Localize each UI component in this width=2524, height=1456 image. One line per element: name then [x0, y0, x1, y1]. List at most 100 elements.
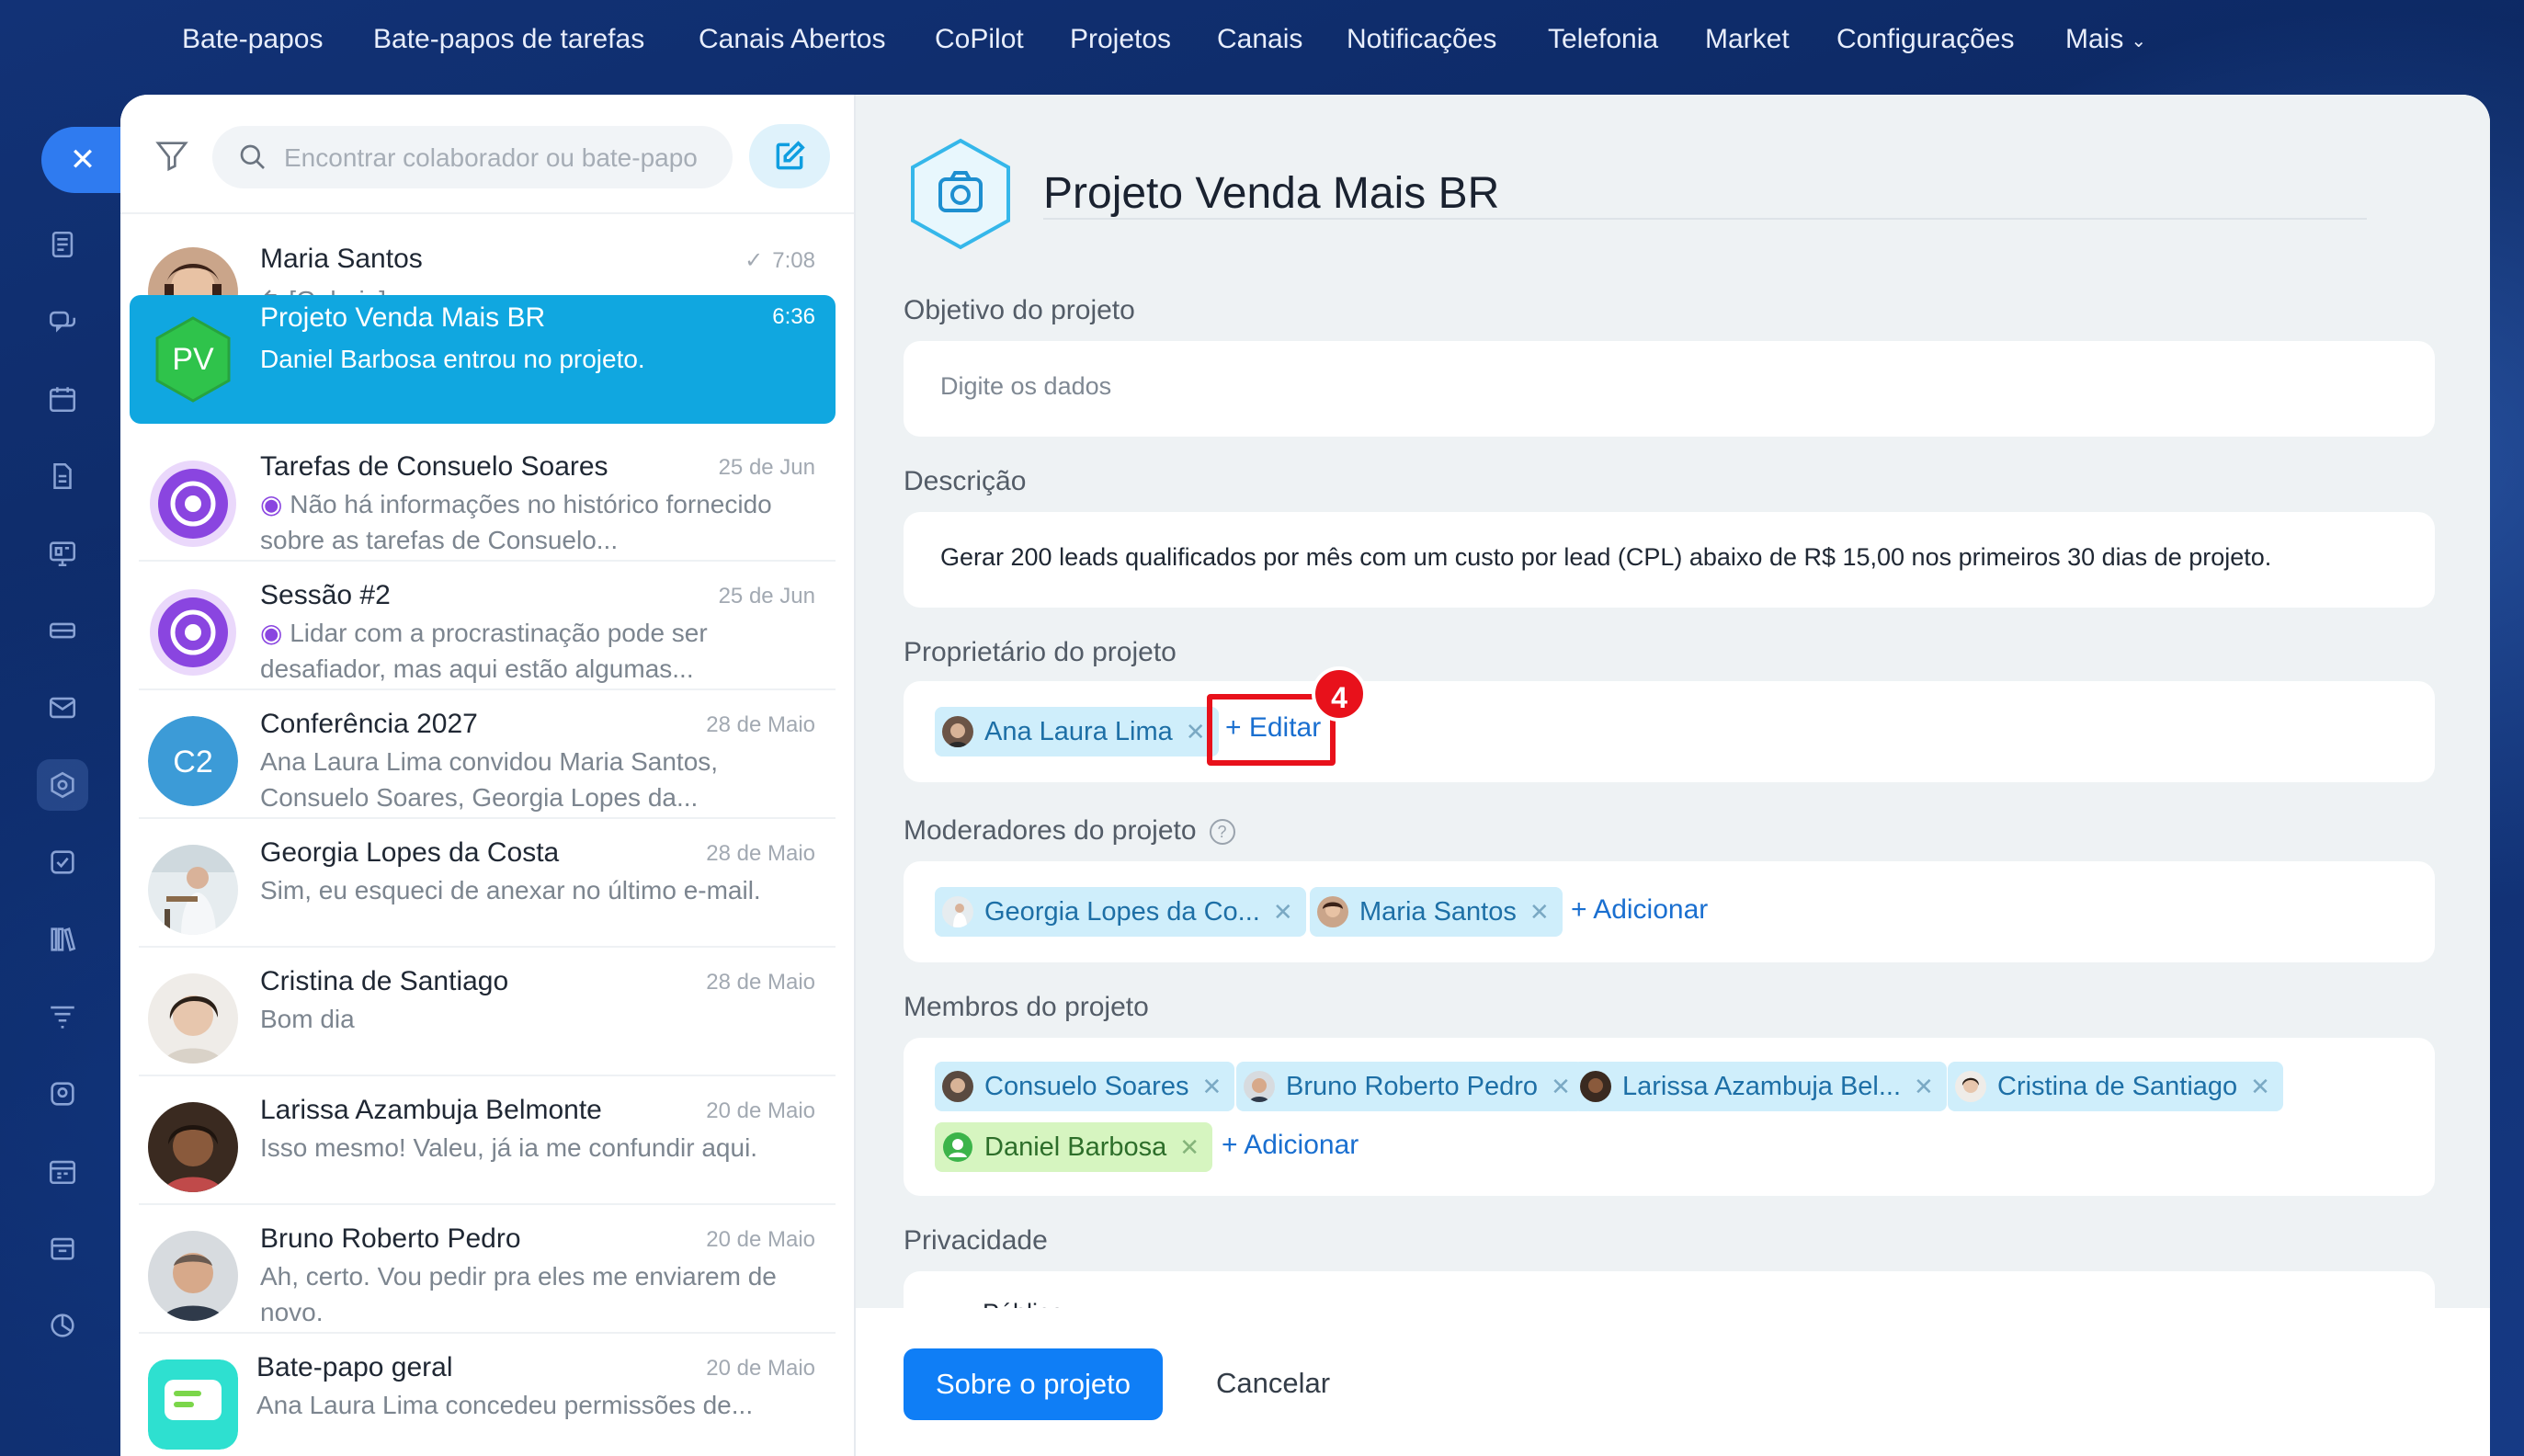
member-chip[interactable]: Larissa Azambuja Bel... ✕: [1573, 1062, 1947, 1111]
goal-field[interactable]: Digite os dados: [904, 341, 2435, 437]
search-input[interactable]: [282, 135, 709, 181]
moderators-label-text: Moderadores do projeto: [904, 815, 1197, 846]
moderator-chip[interactable]: Georgia Lopes da Co... ✕: [935, 887, 1306, 937]
remove-icon[interactable]: ✕: [1529, 898, 1550, 927]
chat-preview: Bom dia: [260, 1005, 355, 1033]
drive-icon[interactable]: [37, 605, 88, 656]
boards-icon[interactable]: [37, 528, 88, 579]
chat-item[interactable]: Georgia Lopes da Costa 28 de Maio Sim, e…: [130, 819, 836, 948]
remove-icon[interactable]: ✕: [1179, 1133, 1199, 1162]
nav-telefonia[interactable]: Telefonia: [1548, 24, 1658, 55]
read-check-icon: ✓: [745, 248, 764, 273]
divider: [120, 212, 854, 214]
chat-name: Maria Santos: [260, 244, 423, 274]
chip-name: Maria Santos: [1359, 896, 1517, 927]
add-moderator-button[interactable]: + Adicionar: [1571, 894, 1708, 926]
remove-icon[interactable]: ✕: [2250, 1073, 2270, 1101]
search-icon: [240, 144, 265, 169]
nav-mais-label: Mais: [2065, 24, 2124, 54]
edit-owner-button[interactable]: + Editar: [1225, 712, 1321, 744]
chat-time: 20 de Maio: [706, 1227, 815, 1252]
owner-chip[interactable]: Ana Laura Lima ✕: [935, 707, 1219, 756]
analytics-icon[interactable]: [37, 1300, 88, 1351]
nav-configuracoes[interactable]: Configurações: [1836, 24, 2014, 55]
avatar-initials: PV: [172, 342, 214, 377]
chip-name: Ana Laura Lima: [984, 716, 1173, 746]
camera-icon[interactable]: [904, 137, 1018, 251]
mail-icon[interactable]: [37, 682, 88, 734]
knowledge-base-icon[interactable]: [37, 914, 88, 965]
search-box[interactable]: [212, 126, 733, 188]
remove-icon[interactable]: ✕: [1273, 898, 1293, 927]
remove-icon[interactable]: ✕: [1186, 718, 1206, 746]
owner-label: Proprietário do projeto: [904, 637, 1177, 667]
chat-item[interactable]: Cristina de Santiago 28 de Maio Bom dia: [130, 948, 836, 1076]
nav-projetos[interactable]: Projetos: [1070, 24, 1171, 55]
chat-item[interactable]: Larissa Azambuja Belmonte 20 de Maio Iss…: [130, 1076, 836, 1205]
chat-name: Bruno Roberto Pedro: [260, 1223, 521, 1254]
remove-icon[interactable]: ✕: [1201, 1073, 1222, 1101]
member-chip[interactable]: Consuelo Soares ✕: [935, 1062, 1235, 1111]
remove-icon[interactable]: ✕: [1914, 1073, 1934, 1101]
member-chip[interactable]: Bruno Roberto Pedro ✕: [1236, 1062, 1584, 1111]
member-chip[interactable]: Daniel Barbosa ✕: [935, 1122, 1213, 1172]
nav-mais[interactable]: Mais ⌄: [2065, 24, 2146, 55]
copilot-avatar: [148, 587, 238, 677]
chat-item[interactable]: Bruno Roberto Pedro 20 de Maio Ah, certo…: [130, 1205, 836, 1334]
add-member-button[interactable]: + Adicionar: [1222, 1130, 1359, 1161]
project-details: Projeto Venda Mais BR Objetivo do projet…: [856, 95, 2490, 1456]
close-icon[interactable]: ✕: [41, 127, 124, 193]
top-navigation: Bate-papos Bate-papos de tarefas Canais …: [0, 0, 2524, 90]
chat-item[interactable]: Tarefas de Consuelo Soares 25 de Jun ◉ N…: [130, 433, 836, 562]
chat-name: Cristina de Santiago: [260, 966, 509, 996]
chat-icon[interactable]: [37, 296, 88, 347]
nav-canais-abertos[interactable]: Canais Abertos: [699, 24, 885, 55]
booking-icon[interactable]: [37, 1145, 88, 1197]
avatar: [148, 973, 238, 1064]
members-label: Membros do projeto: [904, 992, 1149, 1022]
chat-item[interactable]: Bate-papo geral 20 de Maio Ana Laura Lim…: [130, 1334, 836, 1456]
project-title[interactable]: Projeto Venda Mais BR: [1043, 168, 1499, 219]
tasks-icon[interactable]: [37, 836, 88, 888]
contact-center-icon[interactable]: [37, 1068, 88, 1120]
chat-item-active[interactable]: PV Projeto Venda Mais BR 6:36 Daniel Bar…: [130, 295, 836, 424]
document-icon[interactable]: [37, 450, 88, 502]
moderators-label: Moderadores do projeto?: [904, 815, 1235, 847]
chat-preview: Ah, certo. Vou pedir pra eles me enviare…: [260, 1262, 777, 1326]
chat-name: Bate-papo geral: [256, 1352, 453, 1382]
moderator-chip[interactable]: Maria Santos ✕: [1310, 887, 1563, 937]
store-icon[interactable]: [37, 1223, 88, 1274]
funnel-icon[interactable]: [37, 991, 88, 1042]
remove-icon[interactable]: ✕: [1551, 1073, 1571, 1101]
new-chat-button[interactable]: [749, 124, 830, 188]
about-project-button[interactable]: Sobre o projeto: [904, 1348, 1163, 1420]
description-field[interactable]: Gerar 200 leads qualificados por mês com…: [904, 512, 2435, 608]
nav-canais[interactable]: Canais: [1217, 24, 1302, 55]
nav-market[interactable]: Market: [1705, 24, 1790, 55]
chat-preview: Ana Laura Lima concedeu permissões de...: [256, 1391, 754, 1419]
groups-icon[interactable]: [37, 759, 88, 811]
avatar: C2: [148, 716, 238, 806]
help-icon[interactable]: ?: [1209, 819, 1235, 846]
avatar: PV: [148, 314, 238, 404]
nav-copilot[interactable]: CoPilot: [935, 24, 1024, 55]
chat-item[interactable]: Sessão #2 25 de Jun ◉ Lidar com a procra…: [130, 562, 836, 690]
filter-icon[interactable]: [153, 137, 190, 174]
feed-icon[interactable]: [37, 219, 88, 270]
chat-name: Georgia Lopes da Costa: [260, 837, 560, 868]
user-icon: [942, 1132, 973, 1163]
avatar: [1244, 1071, 1275, 1102]
avatar: [942, 1071, 973, 1102]
nav-bate-papos-de-tarefas[interactable]: Bate-papos de tarefas: [373, 24, 644, 55]
avatar: [942, 896, 973, 927]
compose-icon: [776, 141, 805, 170]
chat-name: Larissa Azambuja Belmonte: [260, 1095, 602, 1125]
cancel-button[interactable]: Cancelar: [1216, 1367, 1330, 1400]
nav-notificacoes[interactable]: Notificações: [1347, 24, 1496, 55]
calendar-icon[interactable]: [37, 373, 88, 425]
member-chip[interactable]: Cristina de Santiago ✕: [1948, 1062, 2283, 1111]
chat-preview: Sim, eu esqueci de anexar no último e-ma…: [260, 876, 761, 904]
nav-bate-papos[interactable]: Bate-papos: [182, 24, 323, 55]
main-panel: Maria Santos ✓7:08 ↰ [Galeria] PV Projet…: [120, 95, 2490, 1456]
chat-item[interactable]: C2 Conferência 2027 28 de Maio Ana Laura…: [130, 690, 836, 819]
